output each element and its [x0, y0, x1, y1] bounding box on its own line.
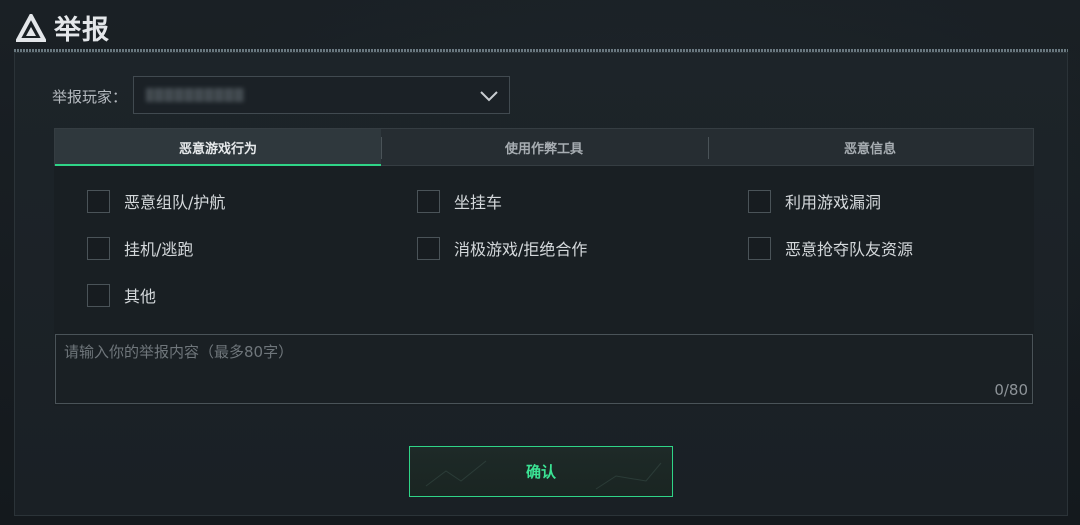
page-title: 举报: [54, 15, 110, 46]
option-exploit-bug[interactable]: 利用游戏漏洞: [748, 189, 881, 213]
option-steal-resources[interactable]: 恶意抢夺队友资源: [748, 236, 913, 260]
tab-divider: [381, 137, 382, 159]
checkbox[interactable]: [417, 189, 440, 213]
checkbox[interactable]: [87, 236, 110, 260]
triangle-logo-icon: [16, 14, 46, 42]
report-category-tabs: 恶意游戏行为 使用作弊工具 恶意信息: [54, 128, 1034, 166]
checkbox[interactable]: [748, 236, 771, 260]
option-label: 利用游戏漏洞: [785, 193, 882, 212]
character-counter: 0/80: [994, 381, 1028, 399]
report-player-dropdown[interactable]: [133, 76, 510, 114]
option-ride-cheater[interactable]: 坐挂车: [417, 189, 502, 213]
option-malicious-team[interactable]: 恶意组队/护航: [87, 189, 225, 213]
confirm-button[interactable]: 确认: [409, 446, 673, 497]
checkbox[interactable]: [748, 189, 771, 213]
chevron-down-icon: [480, 91, 498, 102]
checkbox[interactable]: [417, 236, 440, 260]
option-label: 消极游戏/拒绝合作: [454, 240, 588, 259]
input-placeholder: 请输入你的举报内容（最多80字）: [64, 343, 294, 361]
option-label: 其他: [124, 287, 157, 306]
option-passive-play[interactable]: 消极游戏/拒绝合作: [417, 236, 587, 260]
player-name-blurred: [146, 88, 244, 102]
tab-malicious-info[interactable]: 恶意信息: [707, 129, 1033, 165]
tab-divider: [708, 137, 709, 159]
tab-malicious-behavior[interactable]: 恶意游戏行为: [55, 129, 381, 166]
checkbox[interactable]: [87, 283, 110, 307]
option-label: 恶意组队/护航: [124, 193, 226, 212]
report-content-input[interactable]: 请输入你的举报内容（最多80字） 0/80: [55, 334, 1033, 404]
checkbox[interactable]: [87, 189, 110, 213]
option-other[interactable]: 其他: [87, 283, 156, 307]
tab-cheating-tools[interactable]: 使用作弊工具: [381, 129, 707, 165]
confirm-label: 确认: [525, 463, 556, 481]
option-label: 坐挂车: [454, 193, 503, 212]
option-afk-escape[interactable]: 挂机/逃跑: [87, 236, 193, 260]
title-bar: 举报: [0, 0, 1080, 52]
option-label: 恶意抢夺队友资源: [785, 240, 914, 259]
option-label: 挂机/逃跑: [124, 240, 194, 259]
report-player-label: 举报玩家：: [52, 88, 128, 106]
